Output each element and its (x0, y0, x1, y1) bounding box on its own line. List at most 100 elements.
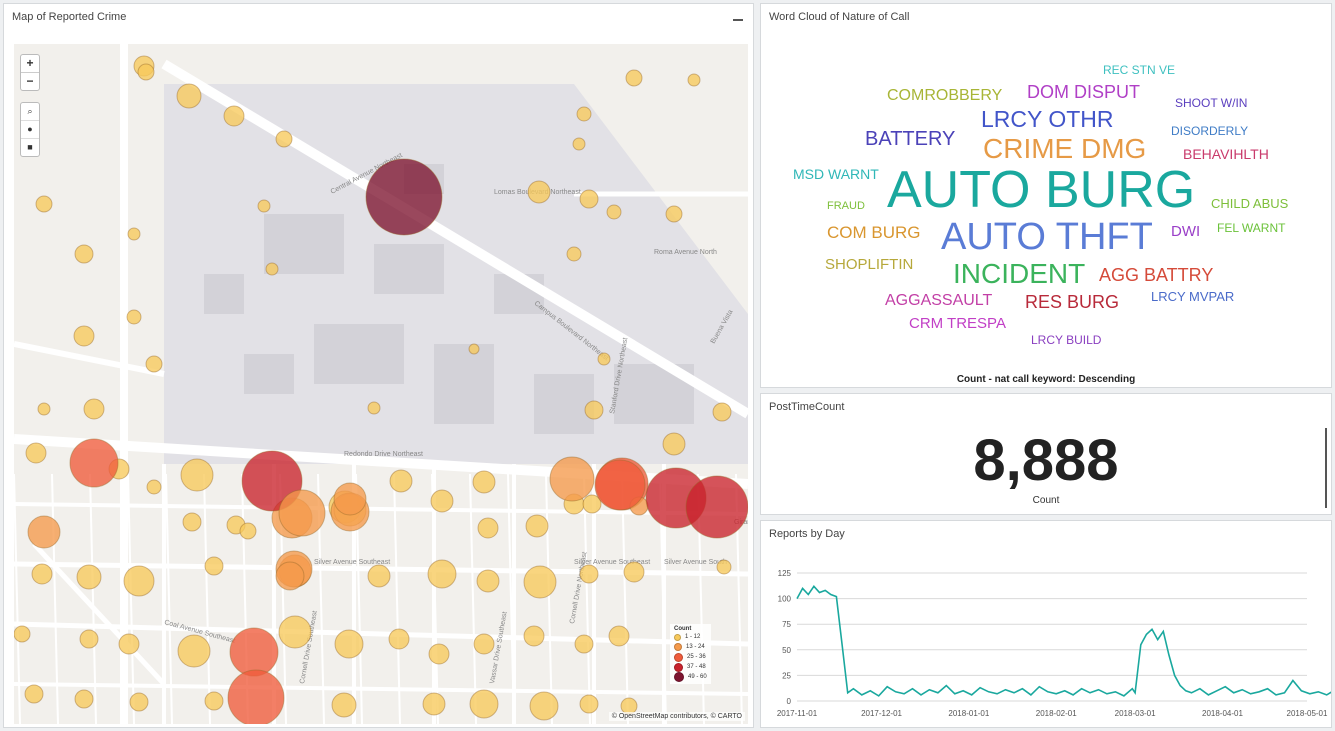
crime-circle[interactable] (428, 643, 450, 665)
minimize-icon[interactable] (733, 12, 743, 22)
word-cloud-term[interactable]: AUTO BURG (887, 164, 1195, 216)
crime-circle[interactable] (367, 401, 381, 415)
crime-circle[interactable] (389, 469, 413, 493)
crime-circle[interactable] (712, 402, 732, 422)
crime-circle[interactable] (37, 402, 51, 416)
line-chart[interactable]: 0 25 50 75 100 125 2017-11-01 2017-12-01 2018-01… (761, 521, 1332, 728)
crime-circle[interactable] (24, 684, 44, 704)
word-cloud-term[interactable]: BEHAVIHLTH (1183, 147, 1269, 161)
word-cloud-term[interactable]: INCIDENT (953, 260, 1085, 288)
crime-circle[interactable] (422, 692, 446, 716)
crime-circle[interactable] (388, 628, 410, 650)
crime-circle[interactable] (74, 689, 94, 709)
crime-circle[interactable] (229, 627, 279, 677)
crime-circle[interactable] (367, 564, 391, 588)
crime-circle[interactable] (146, 479, 162, 495)
word-cloud-term[interactable]: LRCY MVPAR (1151, 290, 1234, 303)
crime-circle[interactable] (527, 180, 551, 204)
crime-circle[interactable] (278, 615, 312, 649)
crime-circle[interactable] (574, 634, 594, 654)
crime-circle[interactable] (83, 398, 105, 420)
crime-circle[interactable] (594, 459, 646, 511)
word-cloud-term[interactable]: CHILD ABUS (1211, 197, 1288, 210)
crime-circle[interactable] (597, 352, 611, 366)
crime-circle[interactable] (265, 262, 279, 276)
crime-circle[interactable] (476, 569, 500, 593)
word-cloud-term[interactable]: AUTO THFT (941, 218, 1153, 256)
crime-circle[interactable] (331, 692, 357, 718)
crime-circle[interactable] (257, 199, 271, 213)
crime-circle[interactable] (31, 563, 53, 585)
crime-circle[interactable] (123, 565, 155, 597)
word-cloud-term[interactable]: LRCY OTHR (981, 108, 1114, 131)
crime-circle[interactable] (145, 355, 163, 373)
crime-circle[interactable] (623, 561, 645, 583)
crime-circle[interactable] (529, 691, 559, 721)
crime-circle[interactable] (137, 63, 155, 81)
crime-circle[interactable] (566, 246, 582, 262)
crime-circle[interactable] (127, 227, 141, 241)
crime-circle[interactable] (223, 105, 245, 127)
crime-circle[interactable] (625, 69, 643, 87)
word-cloud-term[interactable]: AGGASSAULT (885, 293, 992, 309)
crime-circle[interactable] (584, 400, 604, 420)
crime-circle[interactable] (204, 691, 224, 711)
crime-circle[interactable] (275, 561, 305, 591)
crime-circle[interactable] (227, 669, 285, 724)
crime-circle[interactable] (275, 130, 293, 148)
crime-circle[interactable] (579, 189, 599, 209)
word-cloud-term[interactable]: SHOOT W/IN (1175, 97, 1247, 109)
crime-circle[interactable] (25, 442, 47, 464)
crime-circle[interactable] (334, 629, 364, 659)
crime-circle[interactable] (69, 438, 119, 488)
crime-circle[interactable] (687, 73, 701, 87)
crime-circle[interactable] (180, 458, 214, 492)
crime-circle[interactable] (176, 83, 202, 109)
crime-circle[interactable] (523, 565, 557, 599)
crime-circle[interactable] (76, 564, 102, 590)
word-cloud-term[interactable]: FEL WARNT (1217, 222, 1285, 234)
crime-circle[interactable] (333, 482, 367, 516)
map-canvas[interactable]: Central Avenue NortheastRedondo Drive No… (14, 44, 748, 724)
crime-circle[interactable] (665, 205, 683, 223)
word-cloud-term[interactable]: LRCY BUILD (1031, 334, 1101, 346)
crime-circle[interactable] (118, 633, 140, 655)
crime-circle[interactable] (177, 634, 211, 668)
crime-circle[interactable] (469, 689, 499, 719)
crime-circle[interactable] (473, 633, 495, 655)
crime-map[interactable]: Central Avenue Northeast Redondo Drive No… (14, 44, 748, 724)
search-icon[interactable]: ⌕ (21, 103, 39, 121)
crime-circle[interactable] (549, 456, 595, 502)
word-cloud-term[interactable]: BATTERY (865, 129, 955, 149)
word-cloud-term[interactable]: COMROBBERY (887, 88, 1002, 104)
crime-circle[interactable] (129, 692, 149, 712)
crime-circle[interactable] (73, 325, 95, 347)
crime-circle[interactable] (477, 517, 499, 539)
crime-circle[interactable] (430, 489, 454, 513)
crime-circle[interactable] (685, 475, 748, 539)
crime-circle[interactable] (468, 343, 480, 355)
word-cloud-term[interactable]: DOM DISPUT (1027, 83, 1140, 101)
word-cloud-term[interactable]: CRM TRESPA (909, 316, 1006, 331)
scrollbar[interactable] (1325, 428, 1327, 508)
word-cloud-term[interactable]: REC STN VE (1103, 64, 1175, 76)
word-cloud-term[interactable]: FRAUD (827, 201, 865, 212)
crime-circle[interactable] (27, 515, 61, 549)
crime-circle[interactable] (427, 559, 457, 589)
crime-circle[interactable] (35, 195, 53, 213)
crime-circle[interactable] (182, 512, 202, 532)
crime-circle[interactable] (472, 470, 496, 494)
crime-circle[interactable] (606, 204, 622, 220)
zoom-out-button[interactable]: − (21, 73, 39, 90)
crime-circle[interactable] (662, 432, 686, 456)
crime-circle[interactable] (204, 556, 224, 576)
square-select-icon[interactable]: ■ (21, 139, 39, 156)
word-cloud-term[interactable]: CRIME DMG (983, 135, 1146, 163)
crime-circle[interactable] (525, 514, 549, 538)
word-cloud-term[interactable]: MSD WARNT (793, 167, 879, 181)
word-cloud-term[interactable]: DISORDERLY (1171, 125, 1248, 137)
zoom-in-button[interactable]: + (21, 55, 39, 73)
map-attribution[interactable]: © OpenStreetMap contributors, © CARTO (608, 712, 745, 721)
word-cloud-term[interactable]: RES BURG (1025, 293, 1119, 311)
crime-circle[interactable] (579, 694, 599, 714)
